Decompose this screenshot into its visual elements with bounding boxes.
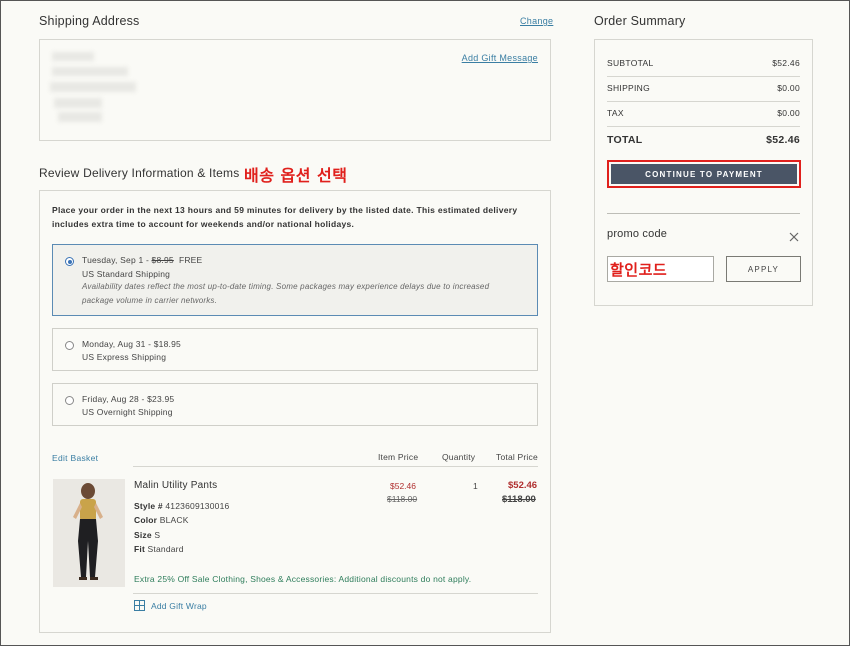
delivery-notice: Place your order in the next 13 hours an… — [52, 205, 518, 229]
order-summary-box: SUBTOTAL $52.46 SHIPPING $0.00 TAX $0.00… — [594, 39, 813, 306]
shipping-option-standard[interactable]: Tuesday, Sep 1 - $8.95 FREE US Standard … — [52, 244, 538, 316]
size-value: S — [154, 529, 161, 540]
delivery-option-annotation: 배송 옵션 선택 — [244, 166, 348, 185]
radio-icon[interactable] — [65, 257, 74, 266]
summary-divider — [607, 126, 800, 127]
promo-code-label: promo code — [607, 228, 668, 240]
subtotal-label: SUBTOTAL — [607, 58, 654, 68]
apply-promo-button[interactable]: APPLY — [726, 256, 801, 282]
review-delivery-title: Review Delivery Information & Items — [39, 166, 240, 180]
change-address-link[interactable]: Change — [520, 16, 553, 26]
redacted-address-line — [50, 82, 136, 92]
summary-tax-row: TAX $0.00 — [607, 108, 800, 118]
shipping-price: FREE — [178, 255, 203, 265]
shipping-date-text: Tuesday, Sep 1 - — [82, 255, 152, 265]
redacted-address-line — [52, 67, 128, 76]
shipping-label: SHIPPING — [607, 83, 651, 93]
radio-icon[interactable] — [65, 341, 74, 350]
item-total-price: $52.46 — [508, 480, 538, 491]
radio-icon[interactable] — [65, 396, 74, 405]
column-total-price: Total Price — [496, 452, 538, 462]
item-sale-price: $52.46 — [390, 481, 416, 491]
total-label: TOTAL — [607, 134, 643, 146]
item-quantity: 1 — [473, 481, 478, 491]
color-value: BLACK — [159, 515, 189, 526]
shipping-value: $0.00 — [777, 83, 800, 93]
promo-discount-message: Extra 25% Off Sale Clothing, Shoes & Acc… — [134, 574, 472, 584]
shipping-option-express[interactable]: Monday, Aug 31 - $18.95 US Express Shipp… — [52, 328, 538, 371]
promo-code-input[interactable]: 할인코드 — [607, 256, 714, 282]
redacted-address-line — [52, 52, 94, 61]
size-label: Size — [134, 529, 152, 540]
product-model-illustration — [53, 479, 125, 587]
shipping-old-price: $8.95 — [151, 255, 174, 265]
product-color: Color BLACK — [134, 513, 229, 527]
column-item-price: Item Price — [378, 452, 419, 462]
summary-subtotal-row: SUBTOTAL $52.46 — [607, 58, 800, 68]
shipping-option-date: Tuesday, Sep 1 - $8.95 FREE — [82, 255, 202, 265]
shipping-address-box: Add Gift Message — [39, 39, 551, 141]
continue-button-highlight: CONTINUE TO PAYMENT — [607, 160, 801, 188]
summary-shipping-row: SHIPPING $0.00 — [607, 83, 800, 93]
summary-total-row: TOTAL $52.46 — [607, 134, 800, 146]
summary-divider — [607, 101, 800, 102]
add-gift-message-link[interactable]: Add Gift Message — [462, 53, 538, 63]
basket-divider — [133, 466, 538, 467]
shipping-method: US Overnight Shipping — [82, 407, 173, 417]
tax-value: $0.00 — [777, 108, 800, 118]
order-summary-title: Order Summary — [594, 14, 686, 28]
shipping-address-title: Shipping Address — [39, 14, 140, 28]
close-icon[interactable] — [789, 229, 801, 242]
shipping-option-date: Monday, Aug 31 - $18.95 — [82, 339, 181, 349]
product-details: Style # 4123609130016 Color BLACK Size S… — [134, 499, 229, 557]
subtotal-value: $52.46 — [772, 58, 800, 68]
product-style: Style # 4123609130016 — [134, 499, 229, 513]
item-original-price: $118.00 — [387, 494, 418, 504]
gift-icon — [134, 600, 145, 611]
product-size: Size S — [134, 528, 229, 542]
shipping-option-date: Friday, Aug 28 - $23.95 — [82, 394, 175, 404]
style-value: 4123609130016 — [165, 501, 230, 511]
redacted-address-line — [58, 112, 102, 122]
add-gift-wrap[interactable]: Add Gift Wrap — [134, 600, 207, 611]
tax-label: TAX — [607, 108, 624, 118]
fit-label: Fit — [134, 544, 145, 555]
gift-divider — [133, 593, 538, 594]
item-total-original-price: $118.00 — [502, 494, 536, 505]
summary-divider — [607, 76, 800, 77]
review-delivery-box: Place your order in the next 13 hours an… — [39, 190, 551, 633]
add-gift-wrap-label[interactable]: Add Gift Wrap — [151, 601, 207, 611]
shipping-method: US Standard Shipping — [82, 269, 171, 279]
shipping-method: US Express Shipping — [82, 352, 167, 362]
shipping-availability-note: Availability dates reflect the most up-t… — [82, 282, 490, 305]
total-value: $52.46 — [766, 134, 800, 146]
column-quantity: Quantity — [442, 452, 476, 462]
summary-divider — [607, 213, 800, 214]
redacted-address-line — [54, 98, 102, 108]
edit-basket-link[interactable]: Edit Basket — [52, 453, 98, 463]
shipping-option-overnight[interactable]: Friday, Aug 28 - $23.95 US Overnight Shi… — [52, 383, 538, 426]
continue-to-payment-button[interactable]: CONTINUE TO PAYMENT — [611, 164, 797, 184]
style-label: Style # — [134, 501, 163, 511]
color-label: Color — [134, 515, 158, 526]
product-fit: Fit Standard — [134, 542, 229, 556]
promo-code-annotation: 할인코드 — [610, 261, 668, 279]
product-image[interactable] — [53, 479, 125, 587]
product-name[interactable]: Malin Utility Pants — [134, 480, 217, 491]
fit-value: Standard — [147, 544, 184, 555]
